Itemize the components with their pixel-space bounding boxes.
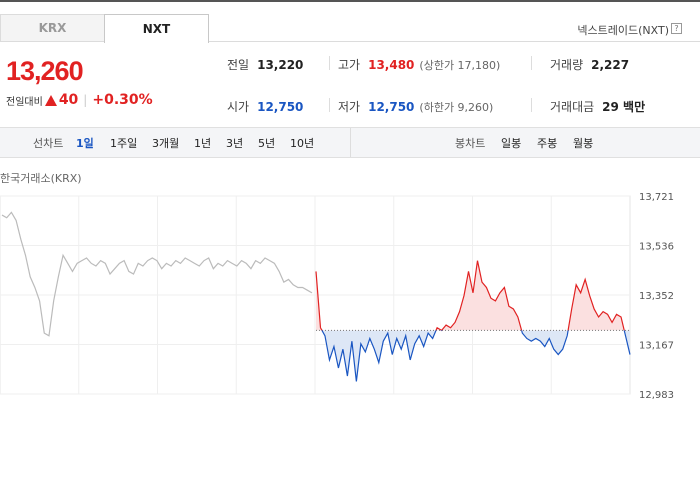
change-label: 전일대비 bbox=[6, 96, 43, 108]
price-change: 전일대비 40 | +0.30% bbox=[6, 92, 153, 108]
period-1year[interactable]: 1년 bbox=[194, 128, 211, 157]
line-chart-label: 선차트 bbox=[33, 136, 64, 150]
period-5year[interactable]: 5년 bbox=[258, 128, 275, 157]
candle-monthly[interactable]: 월봉 bbox=[573, 128, 593, 157]
y-tick-label: 12,983 bbox=[639, 390, 674, 400]
change-value: 40 bbox=[58, 92, 79, 108]
y-tick-label: 13,721 bbox=[639, 192, 674, 203]
help-icon[interactable]: ? bbox=[671, 23, 682, 34]
divider bbox=[329, 98, 330, 112]
stat-note: (상한가 17,180) bbox=[419, 59, 501, 72]
stat-open: 시가 12,750 bbox=[227, 98, 303, 115]
stat-value: 12,750 bbox=[257, 100, 304, 114]
stat-value: 13,480 bbox=[368, 58, 415, 72]
y-tick-label: 13,352 bbox=[639, 291, 674, 302]
change-percent: +0.30% bbox=[92, 92, 153, 108]
period-1week[interactable]: 1주일 bbox=[110, 128, 137, 157]
period-1day[interactable]: 1일 bbox=[76, 128, 94, 157]
y-tick-label: 13,167 bbox=[639, 341, 674, 352]
stat-label: 고가 bbox=[338, 58, 361, 72]
stat-value: 2,227 bbox=[591, 58, 630, 72]
stat-volume: 거래량 2,227 bbox=[550, 56, 629, 73]
candle-daily[interactable]: 일봉 bbox=[501, 128, 521, 157]
chart-label: 한국거래소(KRX) bbox=[0, 172, 82, 185]
candle-weekly[interactable]: 주봉 bbox=[537, 128, 557, 157]
period-10year[interactable]: 10년 bbox=[290, 128, 314, 157]
price-stats: 전일 13,220 고가 13,480 (상한가 17,180) 거래량 2,2… bbox=[218, 48, 700, 122]
stat-label: 전일 bbox=[227, 58, 250, 72]
period-3year[interactable]: 3년 bbox=[226, 128, 243, 157]
stat-label: 거래대금 bbox=[550, 100, 595, 114]
stat-high: 고가 13,480 (상한가 17,180) bbox=[338, 56, 500, 73]
exchange-label: 넥스트레이드(NXT) bbox=[577, 24, 669, 37]
current-price: 13,260 bbox=[6, 56, 84, 86]
intraday-price-chart[interactable]: 13,721 13,536 13,352 13,167 12,983 bbox=[0, 186, 700, 400]
stat-note: (하한가 9,260) bbox=[419, 101, 494, 114]
y-tick-label: 13,536 bbox=[639, 242, 674, 253]
stat-trade-value: 거래대금 29 백만 bbox=[550, 98, 645, 115]
period-bar: 선차트 1일 1주일 3개월 1년 3년 5년 10년 봉차트 일봉 주봉 월봉 bbox=[0, 127, 700, 158]
divider: | bbox=[83, 93, 88, 107]
stat-value: 13,220 bbox=[257, 58, 304, 72]
divider bbox=[531, 98, 532, 112]
stat-value: 12,750 bbox=[368, 100, 415, 114]
stat-label: 시가 bbox=[227, 100, 250, 114]
period-3month[interactable]: 3개월 bbox=[152, 128, 179, 157]
stat-label: 저가 bbox=[338, 100, 361, 114]
stat-prev-close: 전일 13,220 bbox=[227, 56, 303, 73]
tab-krx[interactable]: KRX bbox=[0, 14, 104, 42]
tab-divider bbox=[0, 41, 104, 42]
divider bbox=[329, 56, 330, 70]
stat-value: 29 백만 bbox=[602, 100, 646, 114]
up-triangle-icon bbox=[44, 94, 57, 106]
top-border bbox=[0, 0, 700, 2]
divider bbox=[350, 128, 351, 157]
tab-divider bbox=[209, 41, 700, 42]
tab-nxt[interactable]: NXT bbox=[104, 14, 209, 43]
candle-chart-label: 봉차트 bbox=[455, 136, 486, 150]
stat-label: 거래량 bbox=[550, 58, 584, 72]
stat-low: 저가 12,750 (하한가 9,260) bbox=[338, 98, 493, 115]
divider bbox=[531, 56, 532, 70]
